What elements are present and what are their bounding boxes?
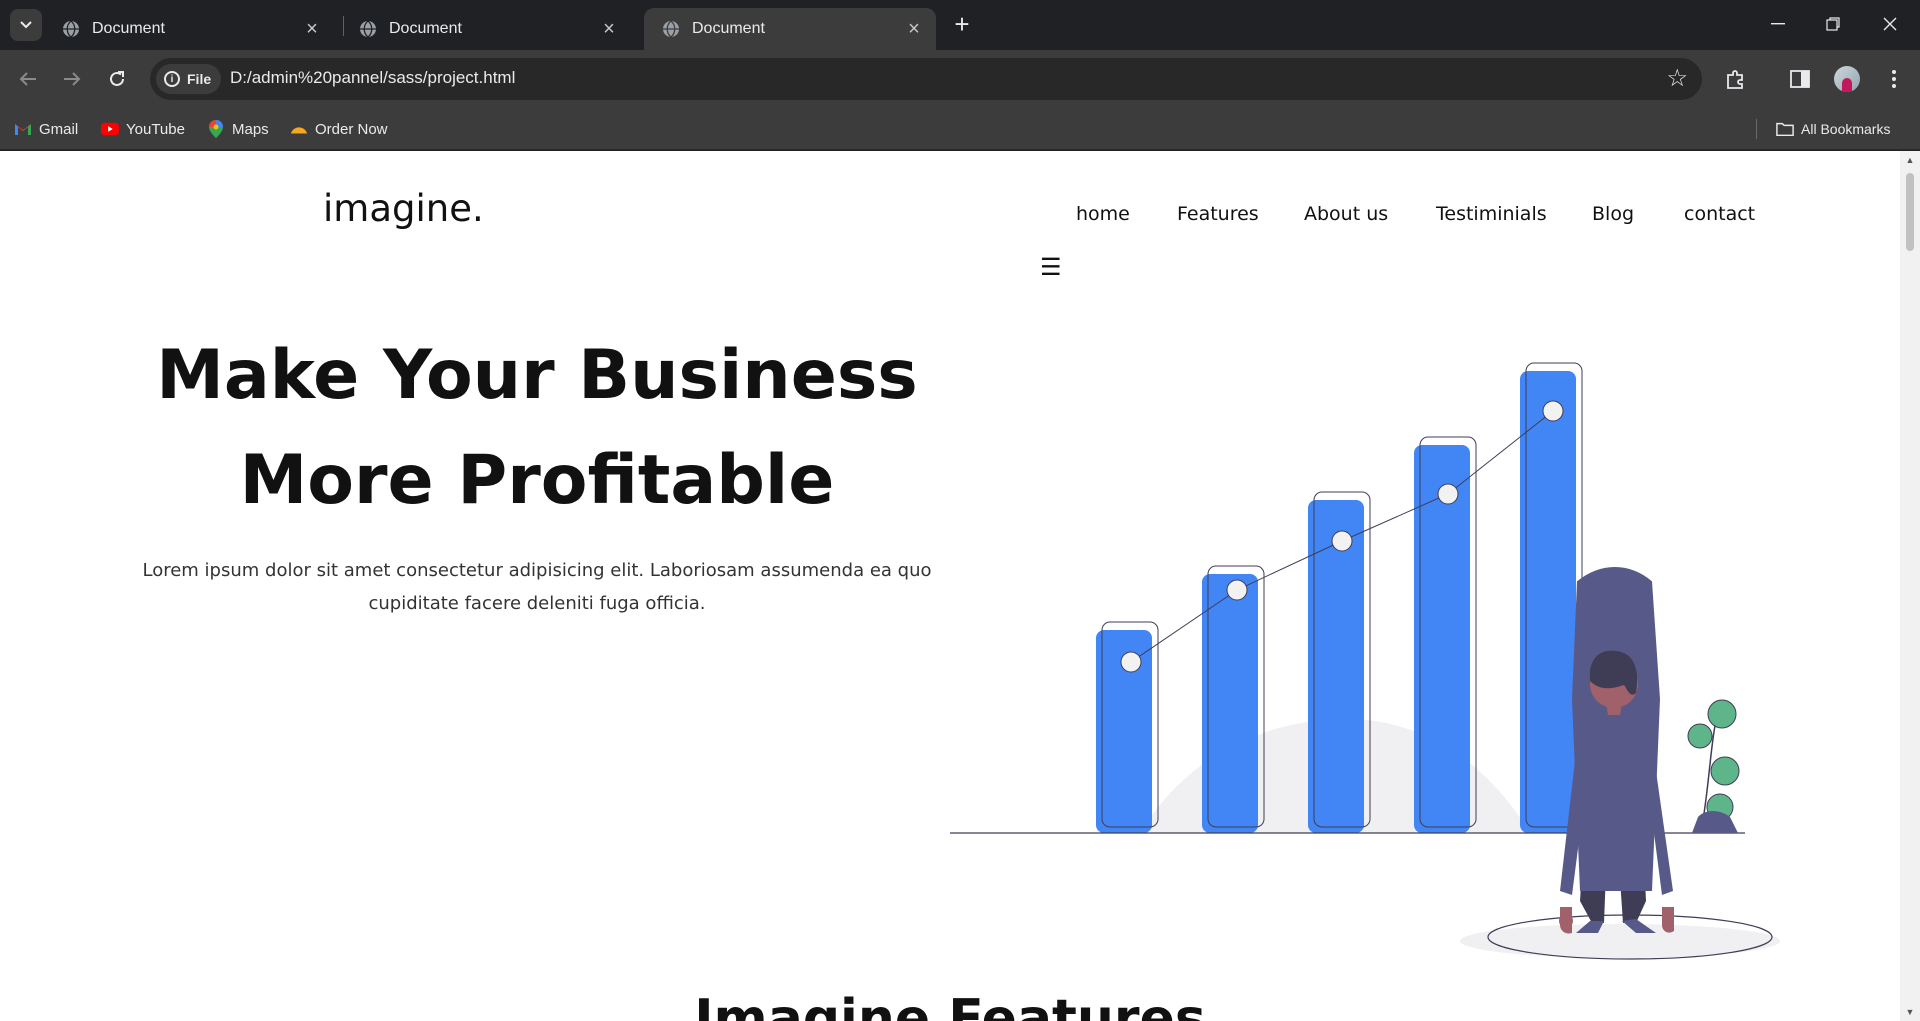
tab-title: Document [389, 20, 462, 37]
arrow-left-glyph [19, 72, 36, 86]
chevron-down-icon [20, 21, 32, 29]
bookmark-label: Gmail [39, 120, 79, 138]
gmail-icon [14, 120, 32, 138]
url-text[interactable]: D:/admin%20pannel/sass/project.html [230, 68, 515, 88]
tab-document-3[interactable]: Document × [644, 8, 936, 50]
globe-icon [63, 20, 79, 38]
hero-title-line-2: More Profitable [239, 441, 835, 520]
bookmark-label: Maps [232, 120, 269, 138]
nav-link-blog[interactable]: Blog [1592, 203, 1634, 225]
hero-description: Lorem ipsum dolor sit amet consectetur a… [142, 560, 932, 614]
puzzle-glyph [1727, 70, 1743, 89]
bookmarks-divider [1756, 119, 1757, 139]
profile-avatar[interactable] [1834, 66, 1860, 92]
restore-icon[interactable] [1813, 8, 1853, 40]
new-tab-icon[interactable]: + [948, 9, 976, 39]
all-bookmarks-label: All Bookmarks [1801, 121, 1891, 137]
nav-link-contact[interactable]: contact [1684, 203, 1755, 225]
browser-toolbar: i File D:/admin%20pannel/sass/project.ht… [0, 50, 1920, 108]
trend-point [1226, 579, 1248, 601]
bar-fill [1308, 500, 1364, 833]
trend-point [1437, 483, 1459, 505]
side-panel-icon[interactable] [1784, 63, 1816, 95]
side-panel-glyph [1790, 70, 1810, 88]
page-viewport: imagine. home Features About us Testimin… [0, 151, 1900, 1021]
bookmarks-bar: Gmail YouTube Maps Order Now All Bookmar… [0, 108, 1920, 150]
scroll-down-icon[interactable]: ▼ [1905, 1007, 1915, 1017]
maps-pin-icon [207, 120, 225, 138]
nav-link-testiminials[interactable]: Testiminials [1436, 203, 1547, 225]
tab-title: Document [92, 20, 165, 37]
hamburger-menu-icon[interactable]: ☰ [1040, 253, 1062, 282]
page-scrollbar[interactable]: ▲ ▼ [1900, 151, 1920, 1021]
scheme-label: File [187, 71, 212, 87]
tab-search-button[interactable] [10, 9, 42, 41]
extensions-icon[interactable] [1720, 63, 1752, 95]
bar-fill [1202, 574, 1258, 833]
minimize-icon[interactable] [1758, 8, 1798, 40]
bookmark-star-icon[interactable]: ☆ [1666, 64, 1688, 93]
forward-icon[interactable] [54, 61, 90, 97]
scroll-thumb[interactable] [1906, 173, 1914, 251]
all-bookmarks-button[interactable]: All Bookmarks [1776, 116, 1890, 142]
bar-group [1096, 362, 1583, 833]
arrow-right-glyph [64, 72, 81, 86]
minimize-glyph [1771, 23, 1785, 25]
scroll-up-icon[interactable]: ▲ [1905, 155, 1915, 165]
tab-document-2[interactable]: Document × [341, 8, 631, 50]
restore-glyph [1826, 17, 1840, 31]
site-logo[interactable]: imagine. [323, 187, 484, 230]
back-icon[interactable] [10, 61, 46, 97]
close-glyph [1883, 17, 1897, 31]
nav-link-home[interactable]: home [1076, 203, 1130, 225]
features-section-title: Imagine Features [694, 989, 1206, 1021]
nav-link-features[interactable]: Features [1177, 203, 1259, 225]
person-illustration [1559, 567, 1674, 934]
reload-glyph [110, 71, 124, 86]
bookmark-gmail[interactable]: Gmail [14, 116, 78, 142]
close-tab-icon[interactable]: × [300, 17, 324, 41]
bookmark-label: YouTube [126, 120, 185, 138]
bookmark-order-now[interactable]: Order Now [290, 116, 388, 142]
close-tab-icon[interactable]: × [597, 17, 621, 41]
tab-title: Document [692, 20, 765, 37]
address-bar[interactable]: i File D:/admin%20pannel/sass/project.ht… [150, 58, 1702, 100]
trend-point [1331, 530, 1353, 552]
bar-fill [1520, 371, 1576, 833]
menu-kebab-icon[interactable] [1878, 63, 1910, 95]
close-window-icon[interactable] [1870, 8, 1910, 40]
nav-link-about-us[interactable]: About us [1304, 203, 1388, 225]
trend-point [1542, 400, 1564, 422]
tab-strip: Document × Document × Document × + [0, 0, 1920, 50]
bar-fill [1414, 445, 1470, 833]
site-info-chip[interactable]: i File [156, 64, 222, 94]
close-tab-icon[interactable]: × [902, 17, 926, 41]
bookmark-maps[interactable]: Maps [207, 116, 269, 142]
bookmark-label: Order Now [315, 120, 388, 138]
plant-illustration [1687, 699, 1740, 833]
order-now-icon [290, 120, 308, 138]
bookmark-youtube[interactable]: YouTube [101, 116, 185, 142]
tab-document-1[interactable]: Document × [44, 8, 334, 50]
info-icon: i [164, 71, 180, 87]
globe-icon [663, 20, 679, 38]
hero-title-line-1: Make Your Business [156, 336, 918, 415]
hero-illustration [950, 362, 1780, 960]
globe-icon [360, 20, 376, 38]
youtube-icon [101, 120, 119, 138]
trend-point [1120, 651, 1142, 673]
folder-icon [1776, 120, 1794, 138]
kebab-glyph [1892, 70, 1896, 88]
reload-icon[interactable] [99, 61, 135, 97]
